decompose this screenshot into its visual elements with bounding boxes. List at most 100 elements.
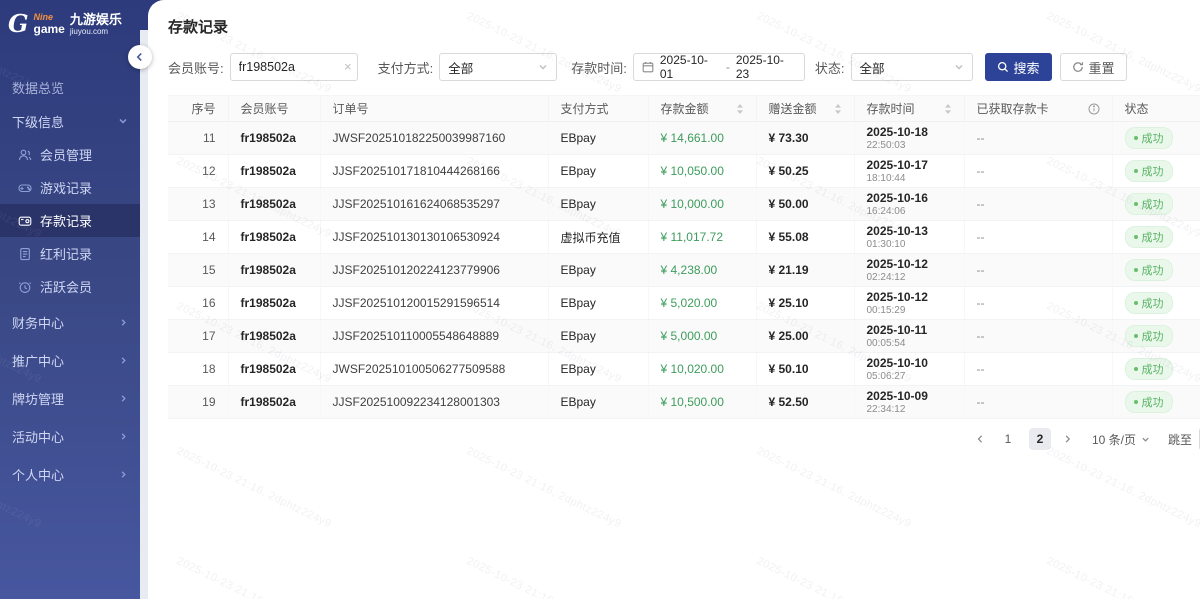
chevron-left-icon	[135, 52, 145, 62]
header-order: 订单号	[320, 96, 548, 122]
sort-icon[interactable]	[736, 103, 744, 115]
chevron-down-icon	[1141, 435, 1150, 444]
chevron-right-icon	[119, 356, 128, 365]
search-icon	[997, 61, 1009, 73]
chevron-right-icon	[119, 470, 128, 479]
table-row: 13 fr198502a JJSF202510161624068535297 E…	[168, 188, 1200, 221]
sidebar-item-finance-center[interactable]: 财务中心	[0, 303, 140, 341]
status-badge: 成功	[1125, 259, 1173, 281]
sidebar-item-activity-center[interactable]: 活动中心	[0, 417, 140, 455]
status-dot-icon	[1134, 136, 1138, 140]
sidebar-item-deposit-records[interactable]: 存款记录	[0, 204, 140, 237]
payment-select[interactable]: 全部	[439, 53, 557, 81]
sidebar-item-bonus-records[interactable]: 红利记录	[0, 237, 140, 270]
status-badge: 成功	[1125, 160, 1173, 182]
reset-icon	[1072, 61, 1084, 73]
brand-domain: jiuyou.com	[70, 28, 122, 36]
sidebar-group-subordinate-info[interactable]: 下级信息	[0, 104, 140, 138]
table-row: 14 fr198502a JJSF202510130130106530924 虚…	[168, 221, 1200, 254]
table-row: 15 fr198502a JJSF202510120224123779906 E…	[168, 254, 1200, 287]
status-select[interactable]: 全部	[851, 53, 973, 81]
status-dot-icon	[1134, 400, 1138, 404]
payment-label: 支付方式:	[378, 58, 434, 77]
status-badge: 成功	[1125, 193, 1173, 215]
status-label: 状态:	[815, 58, 845, 77]
sidebar-item-archway-management[interactable]: 牌坊管理	[0, 379, 140, 417]
next-page-icon[interactable]	[1061, 434, 1074, 444]
reset-button[interactable]: 重置	[1060, 53, 1127, 81]
sidebar-collapse-button[interactable]	[128, 45, 152, 69]
header-deposit-card: 已获取存款卡	[964, 96, 1112, 122]
game-records-icon	[18, 181, 32, 195]
brand-game: game	[34, 23, 65, 35]
bonus-records-icon	[18, 247, 32, 261]
brand-logo: G Nine game 九游娱乐 jiuyou.com	[0, 0, 140, 46]
page-number-2-current[interactable]: 2	[1029, 428, 1051, 450]
chevron-right-icon	[119, 432, 128, 441]
status-badge: 成功	[1125, 292, 1173, 314]
status-badge: 成功	[1125, 226, 1173, 248]
date-range-picker[interactable]: 2025-10-01 - 2025-10-23	[633, 53, 805, 81]
clear-icon[interactable]: ×	[344, 59, 352, 74]
table-row: 17 fr198502a JJSF202510110005548648889 E…	[168, 320, 1200, 353]
status-dot-icon	[1134, 235, 1138, 239]
page-number-1[interactable]: 1	[997, 428, 1019, 450]
table-row: 16 fr198502a JJSF202510120015291596514 E…	[168, 287, 1200, 320]
content-panel: 存款记录 会员账号: × 支付方式: 全部 存款时间: 2025-10-01 -…	[148, 0, 1200, 599]
account-input[interactable]	[230, 53, 358, 81]
pagination: 1 2 10 条/页 跳至 页	[168, 427, 1200, 451]
status-dot-icon	[1134, 334, 1138, 338]
deposit-records-icon	[18, 214, 32, 228]
info-icon[interactable]	[1088, 103, 1100, 115]
sidebar-item-active-members[interactable]: 活跃会员	[0, 270, 140, 303]
calendar-icon	[642, 61, 654, 73]
sort-icon[interactable]	[944, 103, 952, 115]
sidebar-item-member-management[interactable]: 会员管理	[0, 138, 140, 171]
header-account: 会员账号	[228, 96, 320, 122]
header-time[interactable]: 存款时间	[854, 96, 964, 122]
table-header-row: 序号 会员账号 订单号 支付方式 存款金额 赠送金额 存款时间 已获取存款卡 状…	[168, 96, 1200, 122]
status-badge: 成功	[1125, 127, 1173, 149]
main-area: 存款记录 会员账号: × 支付方式: 全部 存款时间: 2025-10-01 -…	[140, 0, 1200, 599]
table-row: 19 fr198502a JJSF202510092234128001303 E…	[168, 386, 1200, 419]
chevron-down-icon	[118, 116, 128, 126]
status-badge: 成功	[1125, 325, 1173, 347]
chevron-right-icon	[119, 394, 128, 403]
status-dot-icon	[1134, 301, 1138, 305]
status-dot-icon	[1134, 268, 1138, 272]
chevron-down-icon	[538, 62, 548, 72]
header-payment: 支付方式	[548, 96, 648, 122]
jump-label: 跳至	[1168, 431, 1192, 448]
status-dot-icon	[1134, 367, 1138, 371]
chevron-down-icon	[954, 62, 964, 72]
chevron-right-icon	[119, 318, 128, 327]
filter-bar: 会员账号: × 支付方式: 全部 存款时间: 2025-10-01 - 2025…	[168, 53, 1200, 81]
status-dot-icon	[1134, 202, 1138, 206]
page-size-select[interactable]: 10 条/页	[1092, 431, 1150, 448]
search-button[interactable]: 搜索	[985, 53, 1052, 81]
header-amount[interactable]: 存款金额	[648, 96, 756, 122]
table-row: 18 fr198502a JWSF202510100506277509588 E…	[168, 353, 1200, 386]
members-icon	[18, 148, 32, 162]
date-label: 存款时间:	[571, 58, 627, 77]
sort-icon[interactable]	[834, 103, 842, 115]
account-label: 会员账号:	[168, 58, 224, 77]
table-row: 12 fr198502a JJSF202510171810444268166 E…	[168, 155, 1200, 188]
brand-mark: G	[8, 12, 29, 36]
date-start: 2025-10-01	[660, 53, 720, 81]
brand-name-cn: 九游娱乐	[70, 13, 122, 26]
sidebar-item-personal-center[interactable]: 个人中心	[0, 455, 140, 493]
status-dot-icon	[1134, 169, 1138, 173]
prev-page-icon[interactable]	[974, 434, 987, 444]
sidebar-item-promotion-center[interactable]: 推广中心	[0, 341, 140, 379]
header-index: 序号	[168, 96, 228, 122]
table-row: 11 fr198502a JWSF202510182250039987160 E…	[168, 122, 1200, 155]
header-bonus[interactable]: 赠送金额	[756, 96, 854, 122]
status-badge: 成功	[1125, 358, 1173, 380]
sidebar-item-game-records[interactable]: 游戏记录	[0, 171, 140, 204]
deposit-records-table: 序号 会员账号 订单号 支付方式 存款金额 赠送金额 存款时间 已获取存款卡 状…	[168, 95, 1200, 419]
sidebar-item-overview[interactable]: 数据总览	[0, 70, 140, 104]
sidebar: G Nine game 九游娱乐 jiuyou.com 数据总览 下级信息 会员…	[0, 0, 140, 599]
active-members-icon	[18, 280, 32, 294]
status-badge: 成功	[1125, 391, 1173, 413]
